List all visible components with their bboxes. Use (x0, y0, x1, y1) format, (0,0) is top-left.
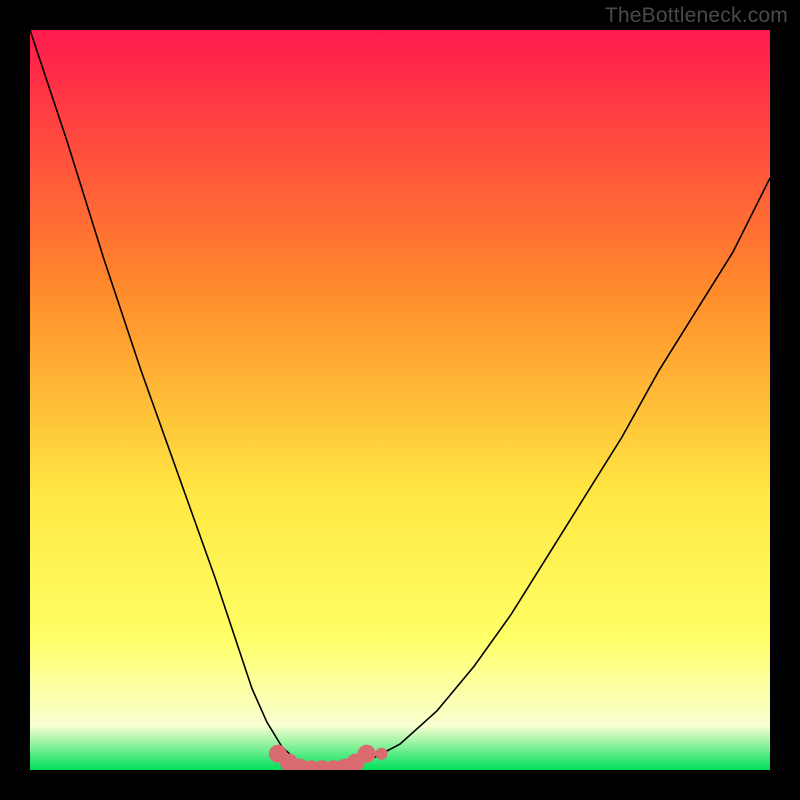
highlight-dot (358, 745, 376, 763)
chart-svg (30, 30, 770, 770)
chart-frame: TheBottleneck.com (0, 0, 800, 800)
watermark-text: TheBottleneck.com (605, 4, 788, 28)
plot-area (30, 30, 770, 770)
highlight-dot-outlier (376, 748, 388, 760)
gradient-background (30, 30, 770, 770)
